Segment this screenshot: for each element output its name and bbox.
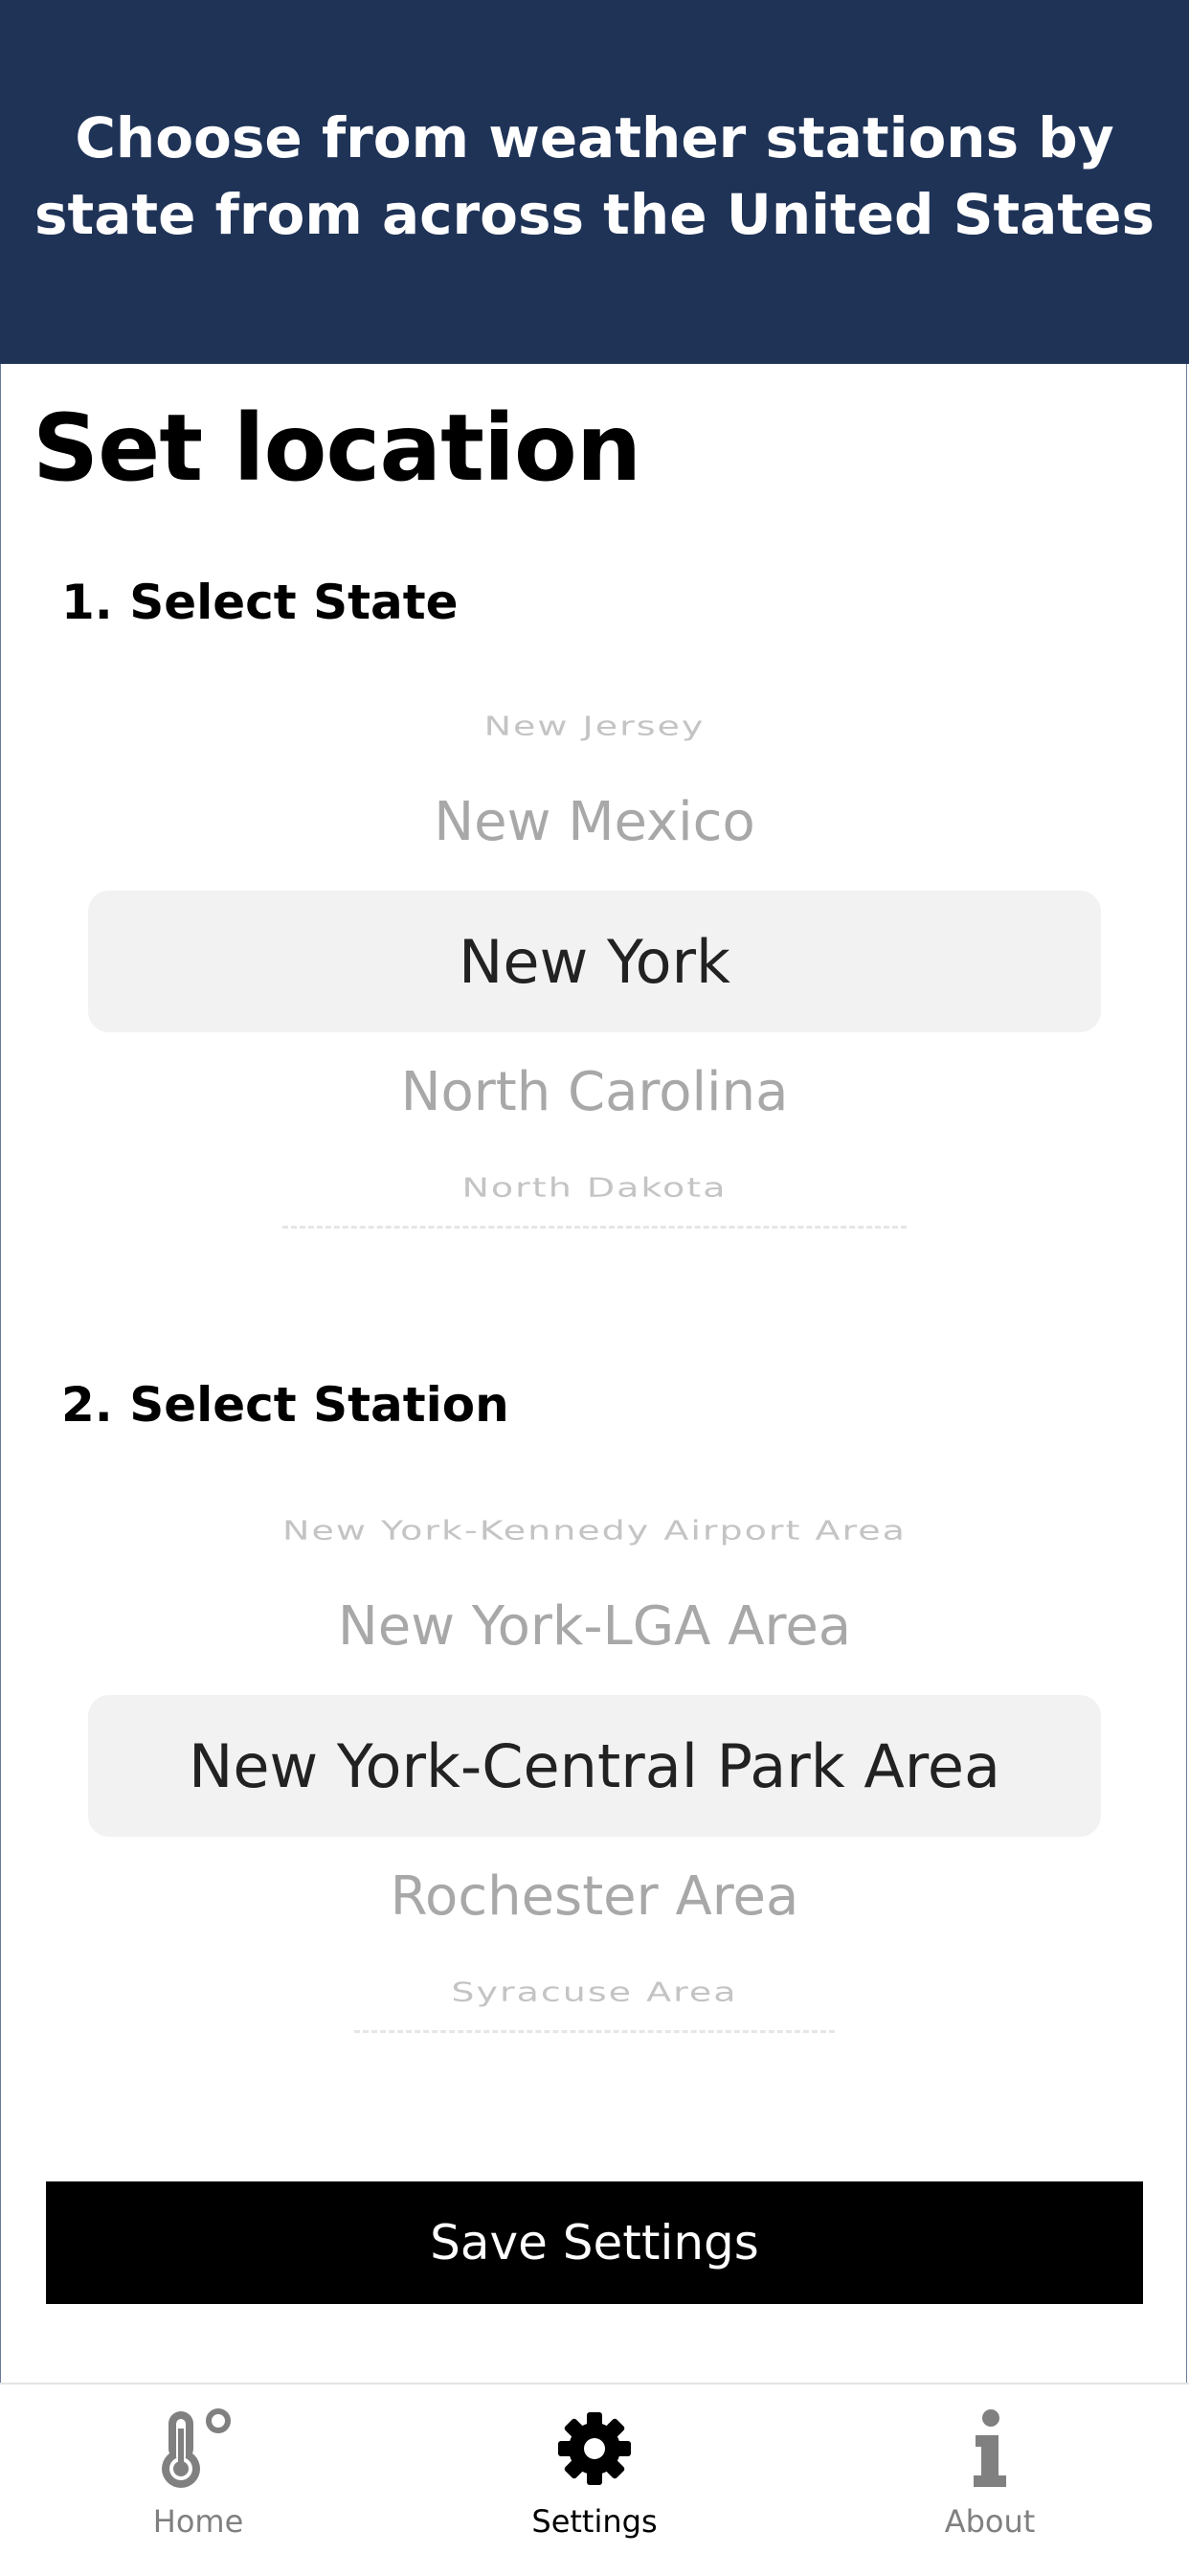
banner-line-1: Choose from weather stations by <box>75 105 1114 170</box>
station-picker[interactable]: New York-Kennedy Airport Area New York-L… <box>0 1494 1189 2040</box>
tab-settings[interactable]: Settings <box>451 2384 738 2566</box>
banner-text: Choose from weather stations by state fr… <box>34 100 1155 253</box>
state-section-label: 1. Select State <box>61 575 459 630</box>
station-picker-item[interactable]: New York-Kennedy Airport Area <box>0 1515 1189 1546</box>
header-banner: Choose from weather stations by state fr… <box>0 0 1189 364</box>
station-picker-selected-item[interactable]: New York-Central Park Area <box>0 1731 1189 1801</box>
state-picker-selected-item[interactable]: New York <box>0 927 1189 997</box>
station-picker-item[interactable]: Rochester Area <box>0 1865 1189 1928</box>
thermometer-degree-icon <box>155 2406 241 2492</box>
station-picker-item[interactable]: New York-LGA Area <box>0 1595 1189 1658</box>
page-title: Set location <box>33 395 641 502</box>
banner-line-2: state from across the United States <box>34 182 1155 247</box>
state-picker-item[interactable]: New Jersey <box>0 711 1189 741</box>
station-section-label: 2. Select Station <box>61 1377 509 1433</box>
state-picker-item[interactable]: North Carolina <box>0 1061 1189 1123</box>
tab-about[interactable]: About <box>846 2384 1133 2566</box>
tab-about-label: About <box>944 2503 1036 2540</box>
station-picker-item[interactable]: Syracuse Area <box>0 1977 1189 2007</box>
save-settings-button[interactable]: Save Settings <box>46 2181 1143 2304</box>
state-picker-item[interactable]: North Dakota <box>0 1172 1189 1203</box>
tab-settings-label: Settings <box>531 2503 658 2540</box>
state-picker-item[interactable]: New Mexico <box>0 791 1189 853</box>
info-icon <box>966 2406 1014 2492</box>
tab-home-label: Home <box>152 2503 244 2540</box>
tab-home[interactable]: Home <box>55 2384 342 2566</box>
station-picker-edge <box>354 2030 835 2033</box>
gear-icon <box>556 2406 633 2492</box>
state-picker-edge <box>282 1226 907 1229</box>
tab-bar: Home Settings About <box>0 2383 1189 2576</box>
state-picker[interactable]: New Jersey New Mexico New York North Car… <box>0 689 1189 1235</box>
